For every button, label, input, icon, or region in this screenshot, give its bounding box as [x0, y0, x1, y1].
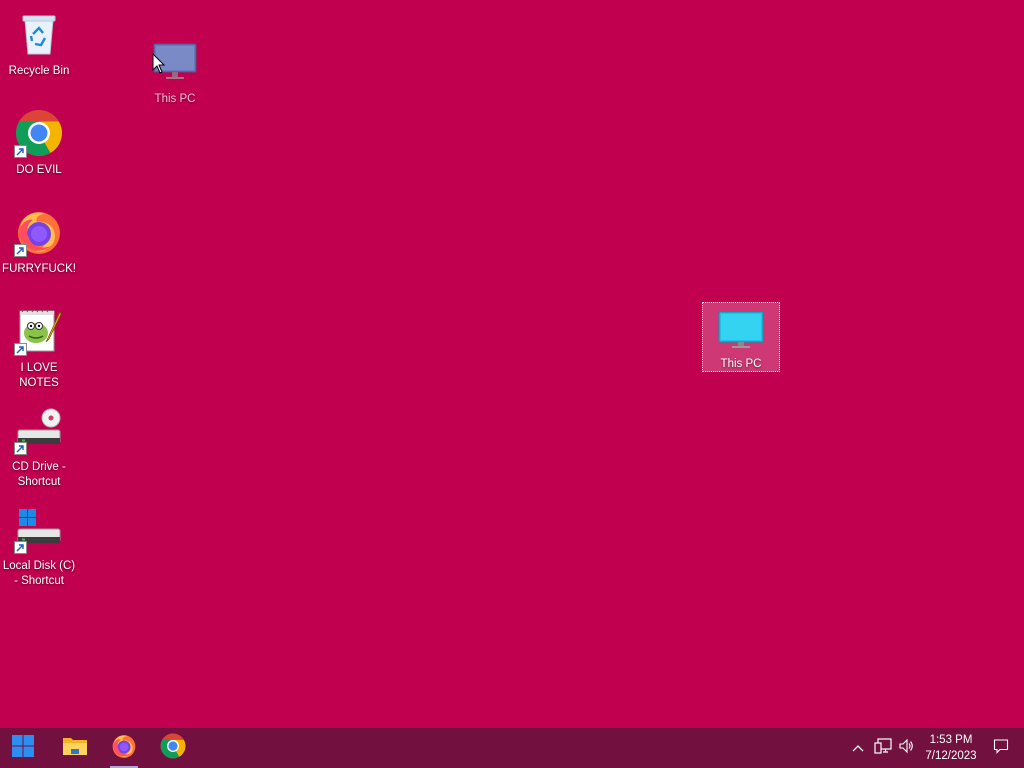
this-pc-icon [716, 305, 766, 352]
shortcut-arrow-icon [14, 541, 27, 554]
volume-button[interactable] [896, 728, 916, 768]
windows-start-icon [11, 734, 35, 763]
desktop-icon-label: FURRYFUCK! [2, 263, 76, 275]
taskbar-file-explorer-button[interactable] [53, 728, 97, 768]
mouse-cursor-icon [152, 52, 166, 75]
desktop[interactable]: Recycle Bin This PC DO EVIL FURRYFUCK! I… [0, 0, 1024, 728]
notification-icon [993, 738, 1009, 759]
shortcut-arrow-icon [14, 145, 27, 158]
shortcut-arrow-icon [14, 442, 27, 455]
desktop-icon-cd-drive-shortcut[interactable]: CD Drive - Shortcut [0, 402, 78, 490]
desktop-icon-recycle-bin[interactable]: Recycle Bin [0, 6, 78, 79]
notepad-plus-plus-icon [14, 306, 64, 356]
firefox-icon [111, 733, 137, 764]
taskbar: 1:53 PM 7/12/2023 [0, 728, 1024, 768]
shortcut-arrow-icon [14, 343, 27, 356]
local-disk-icon [14, 504, 64, 554]
network-button[interactable] [872, 728, 894, 768]
notification-center-button[interactable] [990, 728, 1012, 768]
volume-icon [898, 738, 914, 759]
desktop-icon-furryfuck[interactable]: FURRYFUCK! [0, 204, 78, 277]
show-hidden-icons-button[interactable] [848, 728, 868, 768]
clock-date: 7/12/2023 [925, 750, 977, 762]
desktop-icon-label: I LOVE NOTES [19, 362, 59, 389]
chrome-icon [14, 108, 64, 158]
desktop-icon-label: DO EVIL [16, 164, 62, 176]
desktop-icon-label: CD Drive - Shortcut [12, 461, 66, 488]
file-explorer-icon [62, 735, 88, 762]
chrome-icon [160, 733, 186, 764]
shortcut-arrow-icon [14, 244, 27, 257]
desktop-icon-label: Recycle Bin [8, 65, 70, 77]
desktop-icon-label: This PC [720, 358, 762, 370]
taskbar-clock[interactable]: 1:53 PM 7/12/2023 [916, 728, 986, 768]
taskbar-firefox-button[interactable] [102, 728, 146, 768]
network-icon [874, 737, 892, 759]
start-button[interactable] [1, 728, 45, 768]
recycle-bin-icon [14, 9, 64, 59]
taskbar-chrome-button[interactable] [151, 728, 195, 768]
desktop-icon-this-pc-dragging[interactable]: This PC [136, 34, 214, 107]
chevron-up-icon [852, 739, 864, 757]
desktop-icon-local-disk-shortcut[interactable]: Local Disk (C) - Shortcut [0, 501, 78, 589]
desktop-icon-i-love-notes[interactable]: I LOVE NOTES [0, 303, 78, 391]
desktop-icon-label: Local Disk (C) - Shortcut [2, 560, 76, 587]
desktop-icon-do-evil[interactable]: DO EVIL [0, 105, 78, 178]
clock-time: 1:53 PM [929, 734, 973, 746]
desktop-icon-this-pc[interactable]: This PC [702, 302, 780, 372]
cd-drive-icon [14, 405, 64, 455]
firefox-icon [14, 207, 64, 257]
desktop-icon-label: This PC [154, 93, 196, 105]
